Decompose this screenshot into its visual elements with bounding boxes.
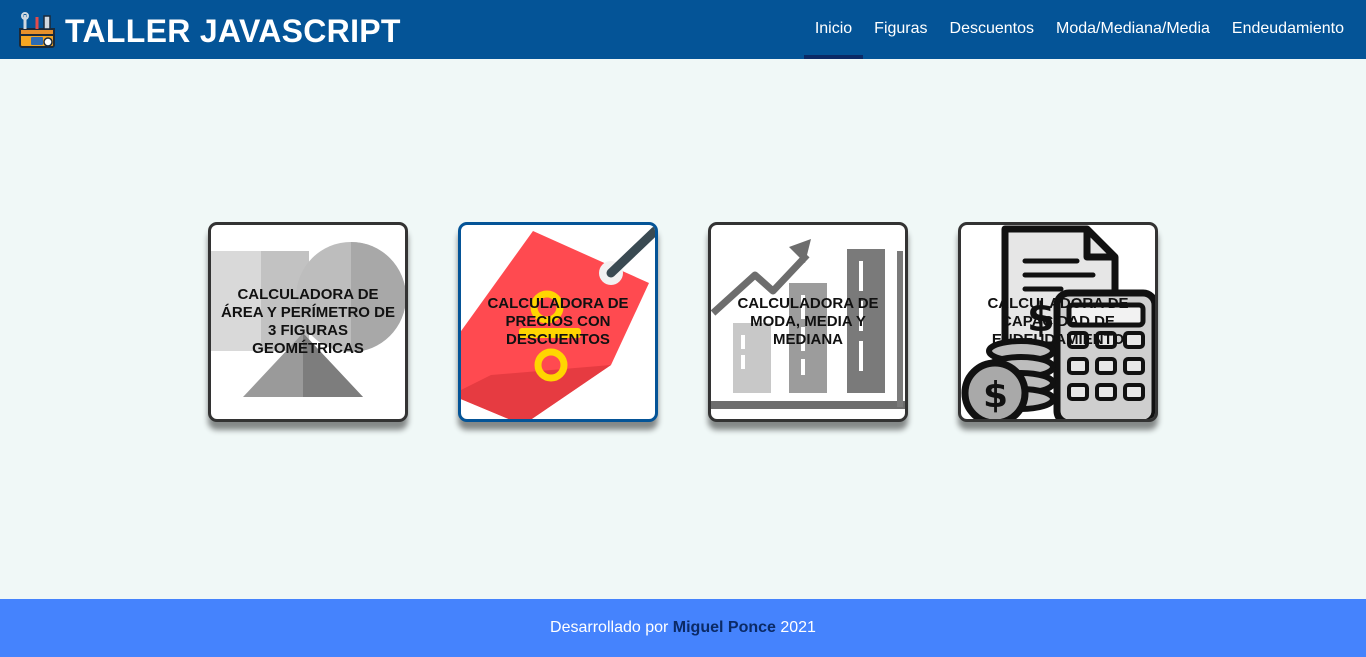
brand[interactable]: TALLER JAVASCRIPT	[17, 11, 401, 51]
footer-prefix: Desarrollado por	[550, 619, 669, 636]
nav-link-figuras[interactable]: Figuras	[863, 0, 938, 59]
nav-link-inicio[interactable]: Inicio	[803, 0, 864, 59]
calculator-cards: CALCULADORA DE ÁREA Y PERÍMETRO DE 3 FIG…	[208, 222, 1158, 422]
footer: Desarrollado por Miguel Ponce 2021	[0, 599, 1366, 657]
card-label: CALCULADORA DE PRECIOS CON DESCUENTOS	[487, 295, 629, 348]
footer-year: 2021	[780, 619, 816, 636]
toolbox-icon	[19, 12, 55, 48]
card-label: CALCULADORA DE MODA, MEDIA Y MEDIANA	[737, 295, 879, 348]
nav-menu: Inicio Figuras Descuentos Moda/Mediana/M…	[803, 0, 1355, 59]
card-label: CALCULADORA DE CAPACIDAD DE ENDEUDAMIENT…	[987, 295, 1129, 348]
nav-link-endeudamiento[interactable]: Endeudamiento	[1221, 0, 1355, 59]
nav-link-moda-mediana-media[interactable]: Moda/Mediana/Media	[1045, 0, 1221, 59]
card-figuras[interactable]: CALCULADORA DE ÁREA Y PERÍMETRO DE 3 FIG…	[208, 222, 408, 422]
card-estadistica[interactable]: CALCULADORA DE MODA, MEDIA Y MEDIANA	[708, 222, 908, 422]
nav-link-descuentos[interactable]: Descuentos	[939, 0, 1046, 59]
card-endeudamiento[interactable]: $ $ CALCULADORA DE CAPACIDAD DE ENDEUDAM…	[958, 222, 1158, 422]
card-descuentos[interactable]: CALCULADORA DE PRECIOS CON DESCUENTOS	[458, 222, 658, 422]
brand-title: TALLER JAVASCRIPT	[65, 13, 401, 49]
footer-author[interactable]: Miguel Ponce	[673, 619, 776, 636]
navbar: TALLER JAVASCRIPT Inicio Figuras Descuen…	[0, 0, 1366, 59]
card-label: CALCULADORA DE ÁREA Y PERÍMETRO DE 3 FIG…	[221, 286, 395, 357]
